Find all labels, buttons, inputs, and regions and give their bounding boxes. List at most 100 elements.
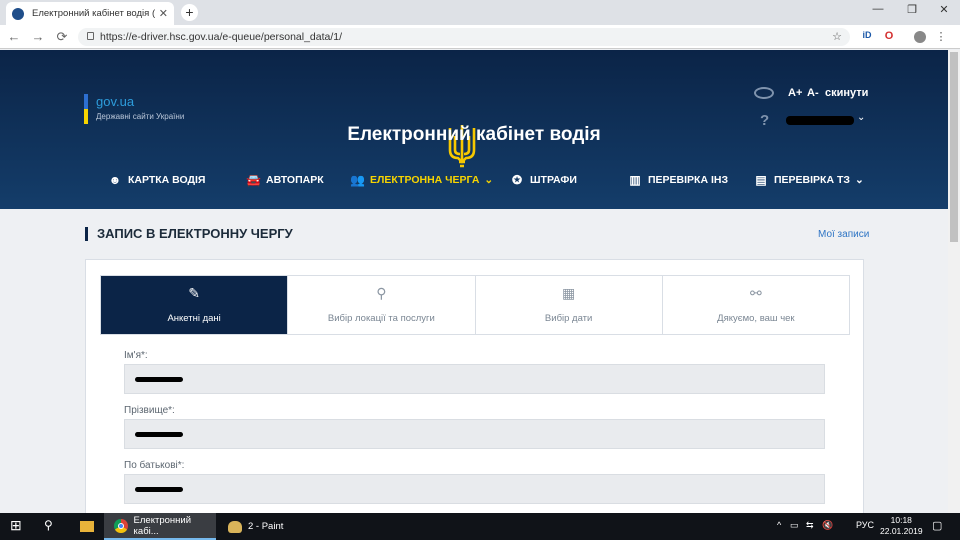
step-date[interactable]: ▦ Вибір дати [476, 276, 663, 334]
calendar-icon: ▦ [562, 285, 576, 301]
new-tab-button[interactable]: + [181, 4, 198, 21]
reload-icon[interactable]: ⟳ [54, 29, 70, 45]
queue-icon: 👥 [350, 173, 365, 187]
browser-tab[interactable]: Електронний кабінет водія (Дос ✕ [6, 2, 174, 25]
start-icon[interactable]: ⊞ [10, 517, 22, 534]
windows-taskbar: ⊞ ⚲ Електронний кабі... 2 - Paint ^ ▭ ⇆ … [0, 513, 960, 540]
main-content: ЗАПИС В ЕЛЕКТРОННУ ЧЕРГУ Мої записи ✎ Ан… [0, 209, 948, 519]
nav-e-queue[interactable]: 👥 ЕЛЕКТРОННА ЧЕРГА ⌄ [350, 174, 493, 186]
nav-label: ПЕРЕВІРКА ІНЗ [648, 174, 729, 186]
step-label: Анкетні дані [167, 313, 221, 324]
redacted-value [135, 487, 183, 492]
clock-date: 22.01.2019 [880, 526, 923, 536]
car-icon: 🚘 [246, 173, 261, 187]
nav-check-vehicle[interactable]: ▤ ПЕРЕВІРКА ТЗ ⌄ [754, 173, 864, 187]
font-increase-button[interactable]: A+ [788, 87, 802, 99]
volume-muted-icon[interactable]: 🔇 [822, 520, 833, 531]
opera-extension-icon[interactable]: O [882, 30, 896, 42]
bookmark-star-icon[interactable]: ☆ [830, 30, 844, 43]
taskbar-chrome[interactable]: Електронний кабі... [104, 513, 216, 540]
step-personal-data[interactable]: ✎ Анкетні дані [101, 276, 289, 334]
profile-avatar[interactable] [914, 31, 926, 43]
nav-check-inz[interactable]: ▥ ПЕРЕВІРКА ІНЗ [628, 174, 728, 186]
user-menu-chevron-icon[interactable]: ⌄ [857, 112, 865, 123]
lock-icon [87, 32, 94, 40]
nav-label: АВТОПАРК [266, 174, 324, 186]
section-heading: ЗАПИС В ЕЛЕКТРОННУ ЧЕРГУ [85, 227, 293, 241]
gov-logo-text: gov.ua [96, 94, 135, 109]
nav-autopark[interactable]: 🚘 АВТОПАРК [246, 174, 324, 186]
clock-time: 10:18 [890, 515, 912, 525]
barcode-icon: ▥ [629, 173, 641, 187]
taskbar-task-label: 2 - Paint [248, 521, 284, 532]
font-reset-button[interactable]: скинути [825, 87, 868, 99]
personal-data-form: Ім'я*: Прізвище*: По батькові*: [124, 350, 826, 515]
gov-logo[interactable]: gov.ua Державні сайти України [84, 94, 194, 124]
maximize-icon[interactable]: ❐ [902, 3, 922, 16]
nav-driver-card[interactable]: ☻ КАРТКА ВОДІЯ [108, 173, 206, 187]
patronymic-field[interactable] [124, 474, 825, 504]
help-icon[interactable]: ? [760, 112, 769, 129]
id-card-icon: ☻ [108, 173, 122, 187]
step-location[interactable]: ⚲ Вибір локації та послуги [288, 276, 476, 334]
fine-icon: ✪ [511, 173, 523, 187]
scrollbar-thumb[interactable] [950, 52, 958, 242]
language-indicator[interactable]: РУС [856, 520, 874, 530]
visibility-eye-icon[interactable] [754, 87, 774, 99]
ukraine-flag-icon [84, 94, 88, 124]
redacted-value [135, 432, 183, 437]
paint-icon [228, 520, 242, 533]
tab-title: Електронний кабінет водія (Дос [32, 8, 155, 19]
tray-overflow-icon[interactable]: ^ [777, 520, 781, 530]
battery-icon[interactable]: ▭ [790, 520, 799, 531]
page-title: Електронний кабінет водія [347, 124, 601, 145]
step-label: Вибір локації та послуги [327, 313, 435, 324]
browser-menu-icon[interactable]: ⋮ [934, 30, 948, 43]
my-records-link[interactable]: Мої записи [818, 229, 869, 240]
nav-label: ЕЛЕКТРОННА ЧЕРГА [370, 174, 480, 186]
minimize-icon[interactable]: — [868, 3, 888, 15]
site-header: gov.ua Державні сайти України Електронни… [0, 50, 948, 209]
close-window-icon[interactable]: ✕ [934, 3, 954, 16]
patronymic-label: По батькові*: [124, 460, 185, 471]
user-name-redacted[interactable] [786, 116, 854, 125]
step-label: Вибір дати [544, 313, 593, 324]
address-toolbar: ← → ⟳ https://e-driver.hsc.gov.ua/e-queu… [0, 25, 960, 49]
chevron-down-icon: ⌄ [854, 174, 864, 186]
chevron-down-icon: ⌄ [484, 174, 494, 186]
url-bar[interactable]: https://e-driver.hsc.gov.ua/e-queue/pers… [78, 28, 850, 46]
gov-logo-subtitle: Державні сайти України [96, 112, 185, 121]
network-icon[interactable]: ⇆ [806, 520, 814, 531]
main-nav: ☻ КАРТКА ВОДІЯ 🚘 АВТОПАРК 👥 ЕЛЕКТРОННА Ч… [0, 174, 948, 194]
wizard-steps: ✎ Анкетні дані ⚲ Вибір локації та послуг… [100, 275, 850, 335]
font-decrease-button[interactable]: A- [807, 87, 819, 99]
chrome-icon [114, 518, 128, 533]
nav-label: ПЕРЕВІРКА ТЗ [774, 174, 850, 186]
file-explorer-icon[interactable] [80, 521, 94, 532]
last-name-label: Прізвище*: [124, 405, 175, 416]
back-icon[interactable]: ← [6, 29, 22, 44]
step-receipt[interactable]: ⚯ Дякуємо, ваш чек [663, 276, 849, 334]
nav-label: КАРТКА ВОДІЯ [128, 174, 206, 186]
first-name-field[interactable] [124, 364, 825, 394]
redacted-value [135, 377, 183, 382]
taskbar-paint[interactable]: 2 - Paint [218, 513, 308, 540]
search-icon[interactable]: ⚲ [44, 518, 53, 532]
taskbar-task-label: Електронний кабі... [133, 514, 191, 537]
notification-icon[interactable]: ▢ [932, 519, 942, 532]
page-scrollbar[interactable] [948, 50, 960, 513]
site-favicon-icon [12, 7, 24, 20]
browser-tab-bar: Електронний кабінет водія (Дос ✕ + — ❐ ✕ [0, 0, 960, 25]
location-pin-icon: ⚲ [376, 285, 387, 301]
document-icon: ▤ [755, 173, 767, 187]
extension-id-icon[interactable]: iD [860, 30, 874, 40]
nav-fines[interactable]: ✪ ШТРАФИ [510, 174, 577, 186]
url-text: https://e-driver.hsc.gov.ua/e-queue/pers… [100, 31, 343, 43]
link-icon: ⚯ [750, 285, 762, 301]
step-label: Дякуємо, ваш чек [717, 313, 795, 324]
last-name-field[interactable] [124, 419, 825, 449]
queue-form-card: ✎ Анкетні дані ⚲ Вибір локації та послуг… [85, 259, 864, 519]
close-tab-icon[interactable]: ✕ [159, 7, 168, 20]
taskbar-clock[interactable]: 10:18 22.01.2019 [880, 515, 923, 537]
forward-icon[interactable]: → [30, 29, 46, 44]
